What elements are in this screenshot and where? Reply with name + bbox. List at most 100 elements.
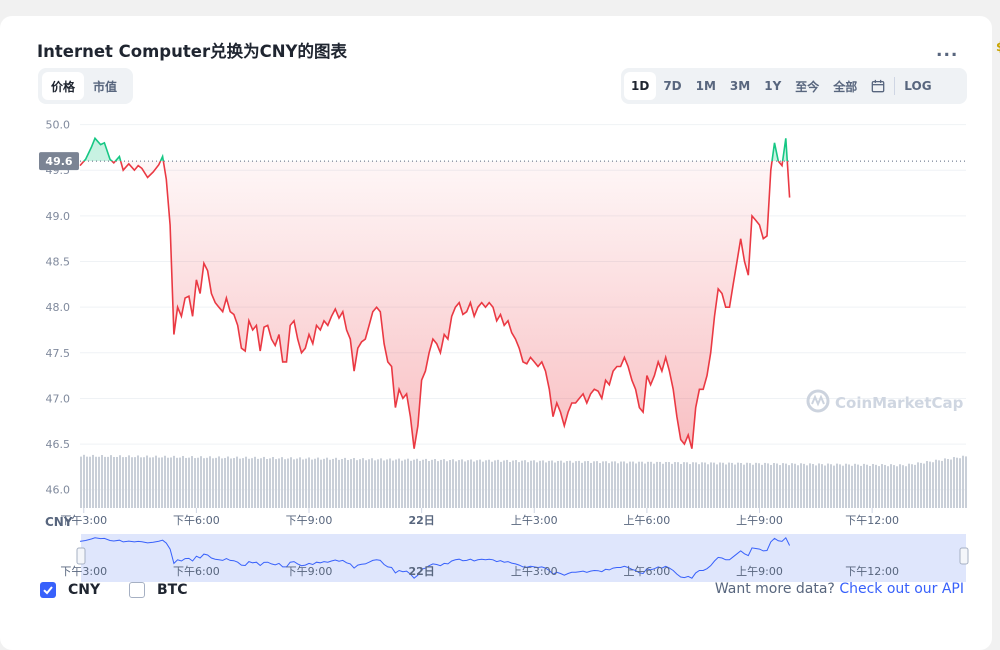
volume-bar — [305, 458, 307, 508]
volume-bar — [104, 456, 106, 508]
volume-bar — [476, 460, 478, 508]
volume-bar — [611, 461, 613, 508]
volume-bar — [632, 461, 634, 508]
volume-bar — [773, 463, 775, 508]
range-navigator[interactable]: 下午3:00 下午6:00 下午9:00 22日 上午3:00 上午6:00 上午9:00 下… — [60, 534, 969, 582]
cny-checkbox-label: CNY — [68, 582, 101, 598]
volume-bar — [245, 456, 247, 508]
volume-bar — [92, 454, 94, 508]
navigator-right-handle[interactable] — [959, 547, 969, 565]
volume-bar — [509, 461, 511, 508]
volume-bar — [341, 459, 343, 508]
volume-bar — [239, 458, 241, 508]
checkbox-checked-icon[interactable] — [40, 582, 56, 598]
volume-bar — [392, 460, 394, 508]
volume-bar — [857, 464, 859, 508]
volume-bar — [704, 462, 706, 508]
volume-bar — [374, 460, 376, 508]
volume-bar — [101, 455, 103, 508]
volume-bar — [710, 462, 712, 508]
checkbox-unchecked-icon[interactable] — [129, 582, 145, 598]
volume-bar — [938, 460, 940, 508]
volume-bar — [359, 459, 361, 508]
volume-bar — [404, 459, 406, 508]
cny-checkbox[interactable]: CNY — [40, 582, 100, 598]
navigator-left-handle[interactable] — [76, 547, 86, 565]
volume-bar — [638, 461, 640, 508]
volume-bar — [755, 462, 757, 508]
volume-bar — [806, 465, 808, 508]
x-tick-label: 22日 — [408, 514, 434, 527]
volume-bar — [338, 459, 340, 508]
volume-bar — [554, 462, 556, 508]
volume-bar — [731, 462, 733, 508]
volume-bar — [794, 463, 796, 508]
volume-bar — [728, 462, 730, 508]
volume-bar — [296, 458, 298, 508]
y-tick-label: 48.0 — [46, 301, 71, 314]
volume-bar — [350, 459, 352, 508]
volume-bar — [695, 462, 697, 508]
volume-bar — [629, 461, 631, 508]
volume-bar — [395, 459, 397, 508]
volume-bar — [413, 459, 415, 508]
navigator-tick-label: 上午3:00 — [511, 565, 558, 578]
volume-bar — [677, 462, 679, 508]
volume-bar — [323, 458, 325, 508]
volume-bar — [389, 458, 391, 508]
volume-bar — [872, 463, 874, 508]
volume-bar — [515, 460, 517, 508]
volume-bar — [410, 460, 412, 508]
volume-bar — [965, 456, 967, 508]
volume-bar — [167, 457, 169, 508]
volume-bar — [386, 459, 388, 508]
volume-bar — [920, 462, 922, 508]
volume-bar — [734, 464, 736, 508]
volume-bar — [758, 463, 760, 508]
volume-bar — [776, 463, 778, 508]
volume-bar — [353, 458, 355, 508]
volume-bar — [278, 458, 280, 508]
volume-bar — [488, 459, 490, 508]
volume-bar — [182, 455, 184, 508]
volume-bar — [134, 457, 136, 508]
volume-bar — [713, 462, 715, 508]
volume-bar — [203, 458, 205, 508]
volume-bar — [962, 455, 964, 508]
volume-bar — [518, 462, 520, 508]
reference-value: 49.6 — [45, 155, 72, 168]
volume-bar — [722, 462, 724, 508]
y-tick-label: 47.0 — [46, 392, 71, 405]
volume-bar — [533, 460, 535, 508]
watermark-text: CoinMarketCap — [835, 394, 964, 412]
volume-bar — [944, 458, 946, 508]
volume-bar — [899, 464, 901, 508]
volume-bar — [839, 464, 841, 508]
volume-bar — [923, 463, 925, 508]
btc-checkbox[interactable]: BTC — [129, 582, 188, 598]
volume-bar — [827, 463, 829, 508]
volume-bar — [446, 461, 448, 508]
volume-bar — [575, 461, 577, 508]
volume-bar — [215, 457, 217, 508]
volume-bar — [683, 462, 685, 508]
volume-bar — [158, 457, 160, 508]
api-link[interactable]: Check out our API — [839, 581, 964, 597]
volume-bar — [569, 460, 571, 508]
volume-bar — [161, 457, 163, 508]
volume-bar — [524, 460, 526, 508]
volume-bar — [626, 463, 628, 508]
volume-bar — [437, 461, 439, 508]
navigator-tick-label: 上午6:00 — [624, 565, 671, 578]
volume-bar — [785, 463, 787, 508]
volume-bar — [929, 461, 931, 508]
volume-bar — [407, 458, 409, 508]
volume-bar — [869, 466, 871, 508]
volume-bar — [950, 459, 952, 508]
volume-bar — [452, 459, 454, 508]
volume-bar — [191, 456, 193, 508]
volume-bar — [467, 460, 469, 508]
volume-bar — [557, 460, 559, 508]
volume-bar — [494, 460, 496, 508]
volume-bar — [614, 461, 616, 508]
